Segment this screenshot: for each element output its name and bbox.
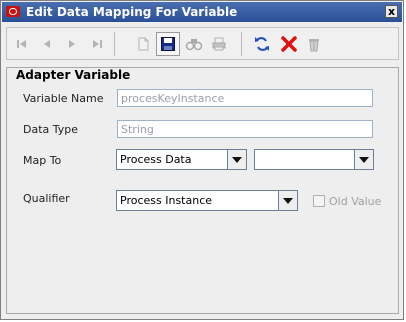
title-bar[interactable]: Edit Data Mapping For Variable x bbox=[2, 2, 402, 22]
find-button bbox=[182, 32, 206, 56]
save-button[interactable] bbox=[156, 32, 180, 56]
last-record-icon bbox=[93, 40, 102, 48]
toolbar-separator bbox=[114, 32, 115, 56]
print-button bbox=[207, 32, 231, 56]
variable-name-field[interactable]: procesKeyInstance bbox=[117, 89, 373, 107]
delete-button[interactable] bbox=[277, 32, 301, 56]
chevron-down-icon[interactable] bbox=[227, 150, 246, 169]
map-to-select[interactable]: Process Data bbox=[116, 149, 247, 170]
qualifier-value: Process Instance bbox=[120, 194, 213, 207]
old-value-label: Old Value bbox=[329, 195, 382, 208]
previous-record-icon bbox=[44, 40, 50, 48]
map-to-value: Process Data bbox=[120, 153, 192, 166]
qualifier-label: Qualifier bbox=[23, 192, 70, 205]
panel-title: Adapter Variable bbox=[14, 68, 133, 82]
oracle-logo-icon bbox=[6, 6, 20, 17]
save-icon bbox=[161, 37, 175, 51]
find-icon bbox=[185, 39, 203, 51]
delete-x-icon bbox=[281, 36, 297, 52]
trash-button bbox=[302, 32, 326, 56]
next-record-button bbox=[60, 32, 84, 56]
chevron-down-icon[interactable] bbox=[354, 150, 373, 169]
first-record-icon bbox=[17, 40, 26, 48]
toolbar bbox=[6, 27, 399, 60]
first-record-button bbox=[10, 32, 34, 56]
next-record-icon bbox=[69, 40, 75, 48]
data-type-field[interactable]: String bbox=[117, 120, 373, 138]
dialog-window: Edit Data Mapping For Variable x Adapter… bbox=[0, 0, 404, 320]
refresh-icon bbox=[255, 37, 269, 51]
variable-name-label: Variable Name bbox=[23, 92, 104, 105]
close-button[interactable]: x bbox=[385, 5, 398, 18]
new-document-button bbox=[131, 32, 155, 56]
toolbar-separator bbox=[241, 32, 242, 56]
new-document-icon bbox=[138, 37, 149, 51]
previous-record-button bbox=[35, 32, 59, 56]
map-to-secondary-select[interactable] bbox=[254, 149, 374, 170]
dialog-title: Edit Data Mapping For Variable bbox=[26, 5, 238, 19]
refresh-button[interactable] bbox=[250, 32, 274, 56]
map-to-label: Map To bbox=[23, 154, 62, 167]
qualifier-select[interactable]: Process Instance bbox=[116, 190, 298, 211]
last-record-button bbox=[85, 32, 109, 56]
data-type-label: Data Type bbox=[23, 123, 79, 136]
chevron-down-icon[interactable] bbox=[278, 191, 297, 210]
trash-icon bbox=[309, 39, 319, 52]
print-icon bbox=[212, 37, 226, 51]
old-value-checkbox[interactable] bbox=[313, 195, 325, 207]
